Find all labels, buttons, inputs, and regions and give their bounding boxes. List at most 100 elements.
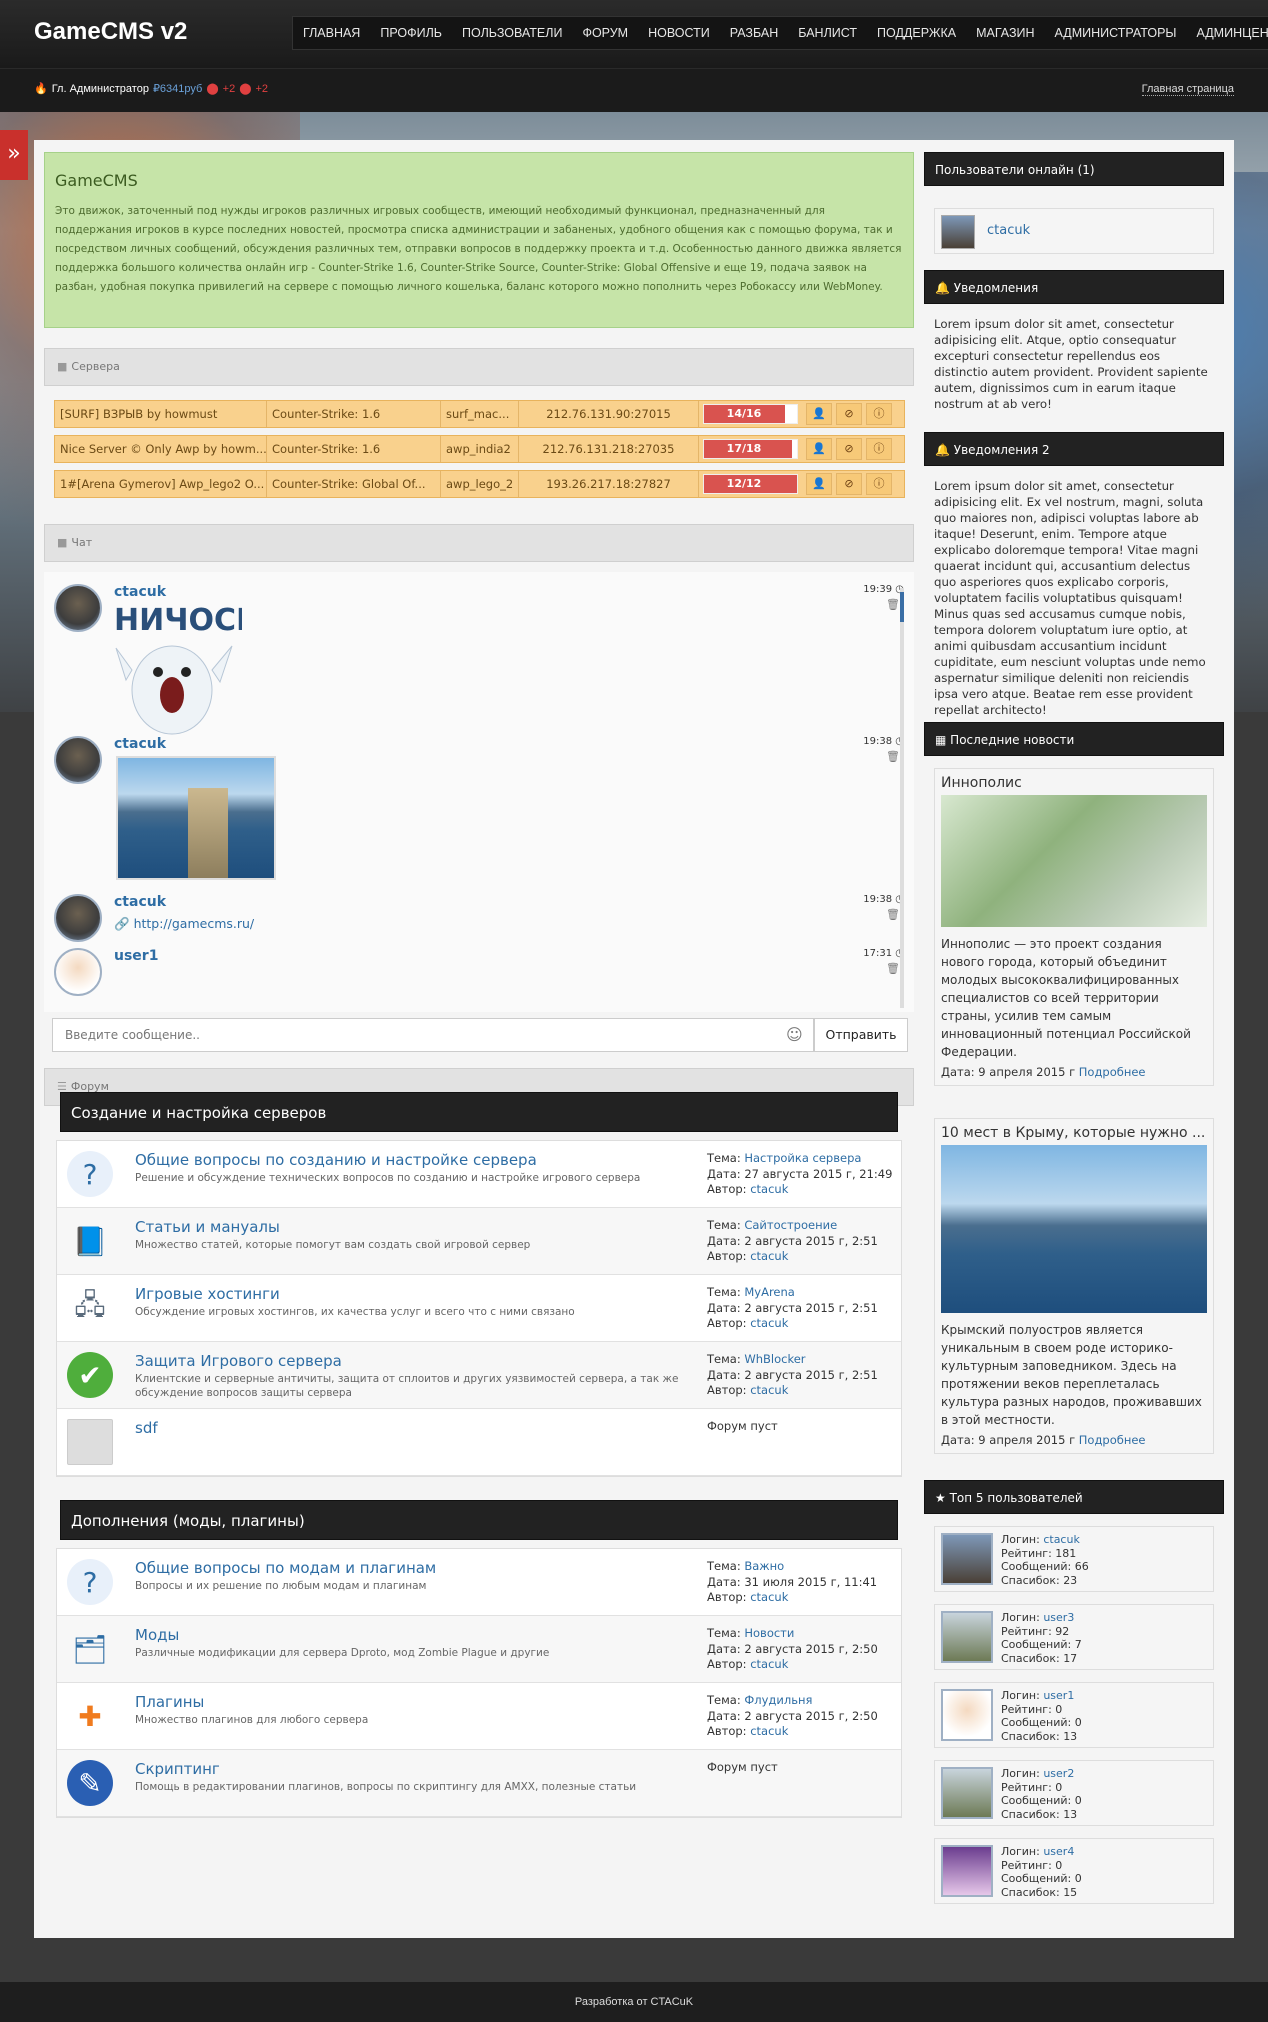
forum-title[interactable]: Общие вопросы по созданию и настройке се…	[135, 1151, 537, 1169]
forum-title[interactable]: Защита Игрового сервера	[135, 1352, 342, 1370]
avatar[interactable]	[941, 1689, 993, 1741]
forum-row[interactable]: 🗂 Моды Различные модификации для сервера…	[57, 1616, 901, 1683]
avatar[interactable]	[941, 1533, 993, 1585]
balance[interactable]: ₽6341руб	[153, 82, 202, 95]
ban-icon[interactable]: ⊘	[836, 438, 862, 460]
forum-category-title[interactable]: Создание и настройка серверов	[60, 1092, 898, 1132]
nav-home[interactable]: Главная	[293, 17, 370, 49]
top-user[interactable]: Логин: ctacuk Рейтинг: 181 Сообщений: 66 Сп…	[934, 1526, 1214, 1592]
avatar[interactable]	[54, 584, 102, 632]
author-link[interactable]: ctacuk	[750, 1383, 788, 1397]
ban-icon[interactable]: ⊘	[836, 403, 862, 425]
forum-title[interactable]: Игровые хостинги	[135, 1285, 280, 1303]
chat-user[interactable]: ctacuk	[114, 894, 166, 910]
forum-title[interactable]: Скриптинг	[135, 1760, 220, 1778]
server-ip[interactable]: 212.76.131.90:27015	[519, 401, 699, 427]
server-name[interactable]: [SURF] ВЗРЫВ by howmust	[55, 401, 267, 427]
last-topic-link[interactable]: Новости	[744, 1626, 794, 1640]
news-title[interactable]: 10 мест в Крыму, которые нужно ...	[935, 1119, 1213, 1141]
last-topic-link[interactable]: MyArena	[744, 1285, 794, 1299]
breadcrumb[interactable]: Главная страница	[1141, 83, 1234, 96]
server-row[interactable]: Nice Server © Only Awp by howm... Counte…	[54, 435, 905, 463]
chat-photo[interactable]	[116, 756, 276, 880]
author-link[interactable]: ctacuk	[750, 1182, 788, 1196]
forum-row[interactable]: ✎ Скриптинг Помощь в редактировании плаг…	[57, 1750, 901, 1817]
last-topic-link[interactable]: Важно	[744, 1559, 784, 1573]
avatar[interactable]	[941, 1611, 993, 1663]
chat-messages[interactable]: ctacuk 19:39 ◷ 🗑 НИЧОСИ ctacuk 19:38 ◷ 🗑	[44, 572, 914, 1012]
forum-row[interactable]: ✚ Плагины Множество плагинов для любого …	[57, 1683, 901, 1750]
nav-admin-center[interactable]: Админцентр	[1186, 17, 1268, 49]
nav-banlist[interactable]: Банлист	[788, 17, 867, 49]
nav-admins[interactable]: Администраторы	[1045, 17, 1187, 49]
avatar[interactable]	[54, 736, 102, 784]
trash-icon[interactable]: 🗑	[886, 598, 900, 611]
nav-profile[interactable]: Профиль	[370, 17, 452, 49]
nav-shop[interactable]: Магазин	[966, 17, 1044, 49]
forum-title[interactable]: Плагины	[135, 1693, 204, 1711]
avatar[interactable]	[941, 1767, 993, 1819]
send-button[interactable]: Отправить	[814, 1018, 908, 1052]
user-link[interactable]: user3	[1043, 1611, 1074, 1624]
last-topic-link[interactable]: Настройка сервера	[744, 1151, 861, 1165]
online-user-name[interactable]: ctacuk	[987, 223, 1030, 238]
chat-scrollbar[interactable]	[900, 588, 904, 1008]
forum-title[interactable]: Общие вопросы по модам и плагинам	[135, 1559, 436, 1577]
avatar[interactable]	[54, 894, 102, 942]
forum-title[interactable]: Моды	[135, 1626, 179, 1644]
forum-title[interactable]: sdf	[135, 1419, 158, 1437]
nav-news[interactable]: Новости	[638, 17, 720, 49]
info-icon[interactable]: ⓘ	[866, 403, 892, 425]
forum-row[interactable]: ? Общие вопросы по модам и плагинам Вопр…	[57, 1549, 901, 1616]
trash-icon[interactable]: 🗑	[886, 908, 900, 921]
author-link[interactable]: ctacuk	[750, 1590, 788, 1604]
read-more-link[interactable]: Подробнее	[1079, 1433, 1146, 1447]
server-ip[interactable]: 193.26.217.18:27827	[519, 471, 699, 497]
news-title[interactable]: Иннополис	[935, 769, 1213, 791]
author-link[interactable]: ctacuk	[750, 1316, 788, 1330]
user-link[interactable]: user2	[1043, 1767, 1074, 1780]
top-user[interactable]: Логин: user3 Рейтинг: 92 Сообщений: 7 Спаси…	[934, 1604, 1214, 1670]
avatar[interactable]	[941, 215, 975, 249]
read-more-link[interactable]: Подробнее	[1079, 1065, 1146, 1079]
server-name[interactable]: Nice Server © Only Awp by howm...	[55, 436, 267, 462]
nav-users[interactable]: Пользователи	[452, 17, 572, 49]
server-ip[interactable]: 212.76.131.218:27035	[519, 436, 699, 462]
players-icon[interactable]: 👤	[806, 403, 832, 425]
chat-user[interactable]: ctacuk	[114, 584, 166, 600]
server-row[interactable]: [SURF] ВЗРЫВ by howmust Counter-Strike: …	[54, 400, 905, 428]
chat-link[interactable]: 🔗 http://gamecms.ru/	[114, 916, 254, 932]
forum-row[interactable]: ✔ Защита Игрового сервера Клиентские и с…	[57, 1342, 901, 1409]
chat-input[interactable]: Введите сообщение..	[52, 1018, 814, 1052]
nav-support[interactable]: Поддержка	[867, 17, 966, 49]
author-link[interactable]: ctacuk	[750, 1724, 788, 1738]
news-item[interactable]: Иннополис Иннополис — это проект создани…	[934, 768, 1214, 1086]
chat-user[interactable]: ctacuk	[114, 736, 166, 752]
last-topic-link[interactable]: Сайтостроение	[744, 1218, 837, 1232]
top-user[interactable]: Логин: user4 Рейтинг: 0 Сообщений: 0 Спасиб…	[934, 1838, 1214, 1904]
user-link[interactable]: ctacuk	[1043, 1533, 1080, 1546]
user-link[interactable]: user4	[1043, 1845, 1074, 1858]
forum-row[interactable]: 📘 Статьи и мануалы Множество статей, кот…	[57, 1208, 901, 1275]
smile-icon[interactable]: ☺	[786, 1025, 803, 1044]
nav-forum[interactable]: Форум	[572, 17, 638, 49]
news-image[interactable]	[941, 1145, 1207, 1313]
avatar[interactable]	[941, 1845, 993, 1897]
notifications-count[interactable]: +2	[256, 83, 269, 95]
forum-row[interactable]: sdf Форум пуст	[57, 1409, 901, 1476]
last-topic-link[interactable]: Флудильня	[744, 1693, 812, 1707]
chat-user[interactable]: user1	[114, 948, 158, 964]
site-logo[interactable]: GameCMS v2	[34, 18, 187, 46]
top-user[interactable]: Логин: user1 Рейтинг: 0 Сообщений: 0 Спасиб…	[934, 1682, 1214, 1748]
avatar[interactable]	[54, 948, 102, 996]
author-link[interactable]: ctacuk	[750, 1657, 788, 1671]
trash-icon[interactable]: 🗑	[886, 962, 900, 975]
forum-title[interactable]: Статьи и мануалы	[135, 1218, 280, 1236]
ban-icon[interactable]: ⊘	[836, 473, 862, 495]
messages-count[interactable]: +2	[223, 83, 236, 95]
forum-row[interactable]: 🖧 Игровые хостинги Обсуждение игровых хо…	[57, 1275, 901, 1342]
last-topic-link[interactable]: WhBlocker	[744, 1352, 805, 1366]
sidebar-toggle-icon[interactable]: »	[0, 130, 28, 180]
top-user[interactable]: Логин: user2 Рейтинг: 0 Сообщений: 0 Спасиб…	[934, 1760, 1214, 1826]
user-link[interactable]: user1	[1043, 1689, 1074, 1702]
